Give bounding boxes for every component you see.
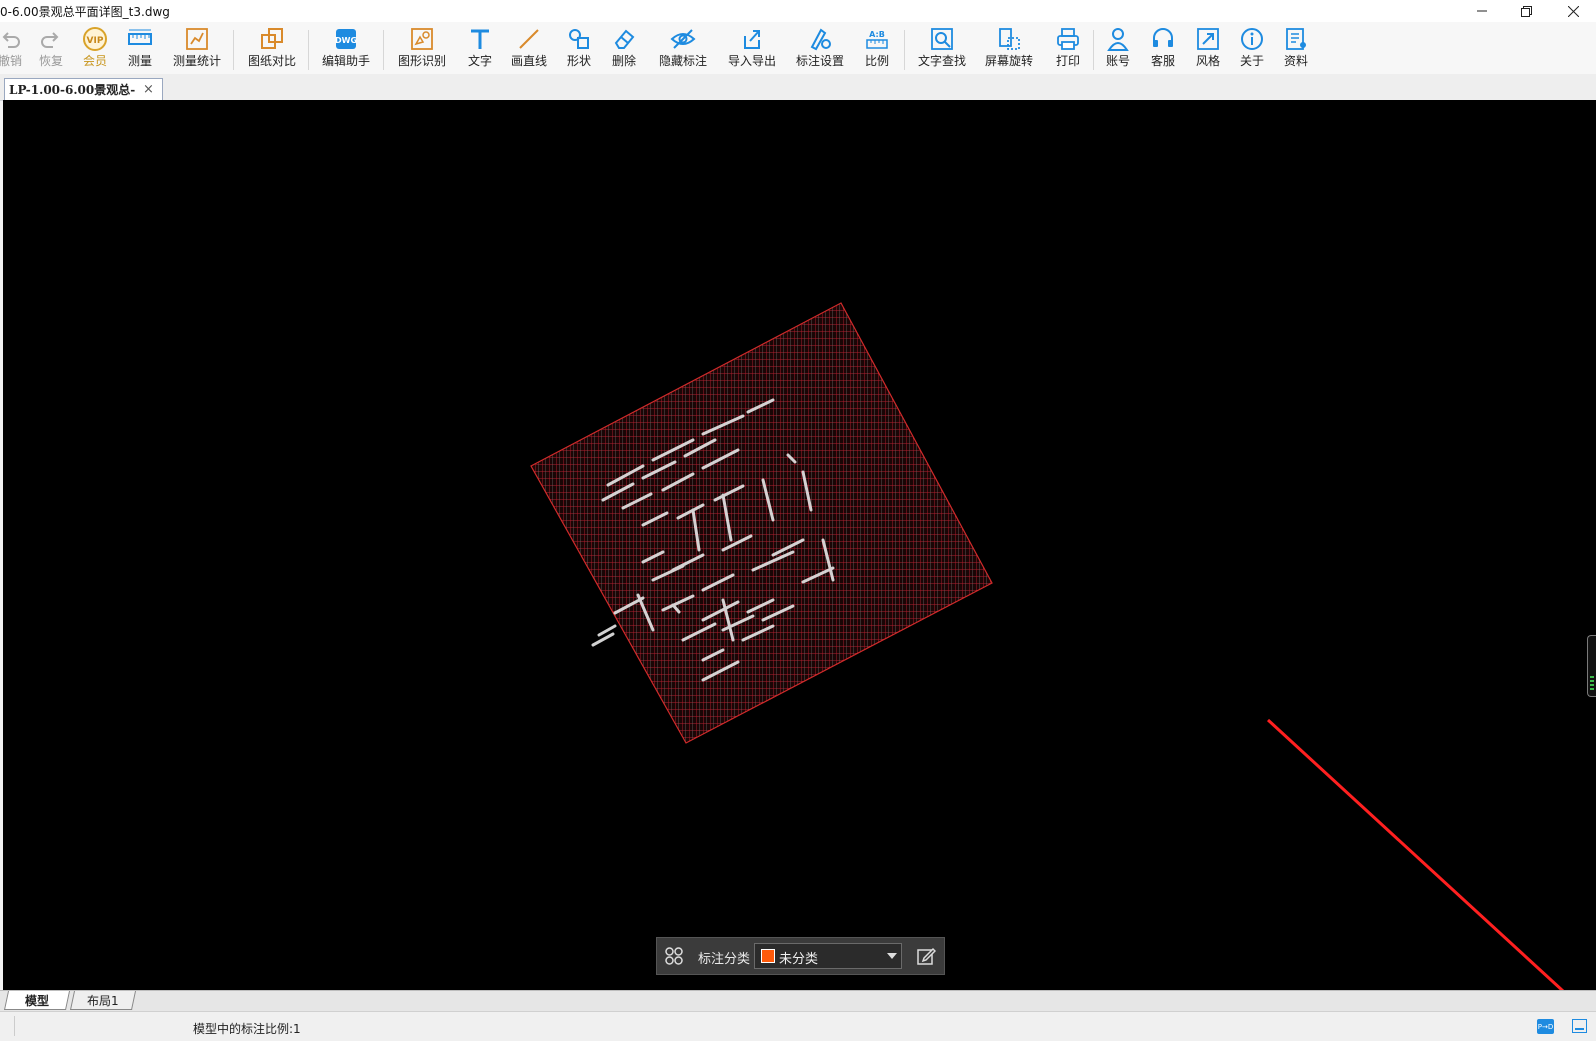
- edit-icon[interactable]: [916, 946, 937, 969]
- svg-text:VIP: VIP: [87, 36, 104, 46]
- tab-model[interactable]: 模型: [3, 991, 71, 1010]
- style-icon: [1194, 25, 1222, 53]
- toolbar-separator: [904, 30, 905, 70]
- redo-icon: [37, 25, 65, 53]
- text-button[interactable]: 文字: [462, 25, 498, 73]
- toolbar-separator: [383, 30, 384, 70]
- window-title: 0-6.00景观总平面详图_t3.dwg: [0, 5, 170, 19]
- svg-text:DWG: DWG: [335, 36, 357, 45]
- ruler-icon: [126, 25, 154, 53]
- undo-button[interactable]: 撤销: [0, 25, 28, 73]
- layout-tab-strip: 模型 布局1: [0, 990, 1596, 1011]
- delete-button[interactable]: 删除: [606, 25, 642, 73]
- scale-icon: A:B: [863, 25, 891, 53]
- account-button[interactable]: 账号: [1100, 25, 1136, 73]
- close-tab-icon[interactable]: ×: [143, 82, 154, 97]
- text-icon: [466, 25, 494, 53]
- annotation-scale-status: 模型中的标注比例:1: [193, 1022, 301, 1036]
- edit-assistant-button[interactable]: DWG 编辑助手: [320, 25, 372, 73]
- shape-icon: [565, 25, 593, 53]
- redo-button[interactable]: 恢复: [33, 25, 69, 73]
- chevron-down-icon: [887, 953, 897, 959]
- annotation-settings-button[interactable]: 标注设置: [794, 25, 846, 73]
- import-export-icon: [738, 25, 766, 53]
- annotation-category-label: 标注分类: [698, 952, 751, 967]
- measure-stats-icon: [183, 25, 211, 53]
- resources-icon: [1282, 25, 1310, 53]
- drawing-viewport: [530, 302, 1565, 990]
- info-icon: [1238, 25, 1266, 53]
- hide-annotation-icon: [669, 25, 697, 53]
- compare-button[interactable]: 图纸对比: [246, 25, 298, 73]
- toolbar-separator: [308, 30, 309, 70]
- annotation-category-select[interactable]: 未分类: [754, 943, 902, 969]
- shape-recognition-button[interactable]: 图形识别: [396, 25, 448, 73]
- main-toolbar: 撤销 恢复 VIP 会员 测量 测量统计 图纸对比 DWG 编辑助手 图形识别 …: [0, 22, 1596, 74]
- edit-assistant-icon: DWG: [332, 25, 360, 53]
- rotate-screen-button[interactable]: 屏幕旋转: [983, 25, 1035, 73]
- tab-layout1[interactable]: 布局1: [69, 991, 137, 1010]
- import-export-button[interactable]: 导入导出: [726, 25, 778, 73]
- shape-button[interactable]: 形状: [561, 25, 597, 73]
- scale-button[interactable]: A:B 比例: [859, 25, 895, 73]
- print-button[interactable]: 打印: [1050, 25, 1086, 73]
- compare-icon: [258, 25, 286, 53]
- eraser-icon: [610, 25, 638, 53]
- status-bar: 模型中的标注比例:1 P→D: [0, 1011, 1596, 1041]
- pdf-convert-icon[interactable]: P→D: [1537, 1019, 1554, 1034]
- undo-icon: [0, 25, 24, 53]
- line-icon: [515, 25, 543, 53]
- minimize-button[interactable]: [1459, 0, 1505, 22]
- red-arrow: [1266, 718, 1565, 990]
- toolbar-separator: [1093, 30, 1094, 70]
- close-window-button[interactable]: [1550, 0, 1596, 22]
- restore-button[interactable]: [1503, 0, 1549, 22]
- status-divider: [14, 1016, 15, 1036]
- drawing-canvas[interactable]: [3, 100, 1596, 990]
- vip-button[interactable]: VIP 会员: [77, 25, 113, 73]
- selected-category: 未分类: [779, 952, 819, 967]
- hide-annotation-button[interactable]: 隐藏标注: [657, 25, 709, 73]
- resources-button[interactable]: 资料: [1278, 25, 1314, 73]
- panel-toggle-icon[interactable]: [1572, 1019, 1587, 1033]
- rotate-screen-icon: [995, 25, 1023, 53]
- text-search-icon: [928, 25, 956, 53]
- about-button[interactable]: 关于: [1234, 25, 1270, 73]
- line-button[interactable]: 画直线: [507, 25, 551, 73]
- document-tab-label: LP-1.00-6.00景观总-: [9, 83, 136, 97]
- style-button[interactable]: 风格: [1190, 25, 1226, 73]
- annotation-category-bar: 标注分类 未分类: [656, 937, 945, 975]
- cad-drawing: [530, 302, 993, 744]
- grid-icon[interactable]: [665, 947, 683, 968]
- measure-button[interactable]: 测量: [122, 25, 158, 73]
- measure-stats-button[interactable]: 测量统计: [171, 25, 223, 73]
- document-tab[interactable]: LP-1.00-6.00景观总- ×: [4, 78, 163, 100]
- side-panel-handle[interactable]: [1587, 635, 1596, 697]
- title-bar: 0-6.00景观总平面详图_t3.dwg: [0, 0, 1596, 22]
- svg-text:A:B: A:B: [869, 30, 885, 39]
- annotation-settings-icon: [806, 25, 834, 53]
- text-search-button[interactable]: 文字查找: [916, 25, 968, 73]
- account-icon: [1104, 25, 1132, 53]
- document-tab-strip: LP-1.00-6.00景观总- ×: [0, 74, 1596, 101]
- toolbar-separator: [233, 30, 234, 70]
- headset-icon: [1149, 25, 1177, 53]
- print-icon: [1054, 25, 1082, 53]
- category-color-swatch: [761, 949, 775, 963]
- support-button[interactable]: 客服: [1145, 25, 1181, 73]
- vip-icon: VIP: [81, 25, 109, 53]
- shape-recognition-icon: [408, 25, 436, 53]
